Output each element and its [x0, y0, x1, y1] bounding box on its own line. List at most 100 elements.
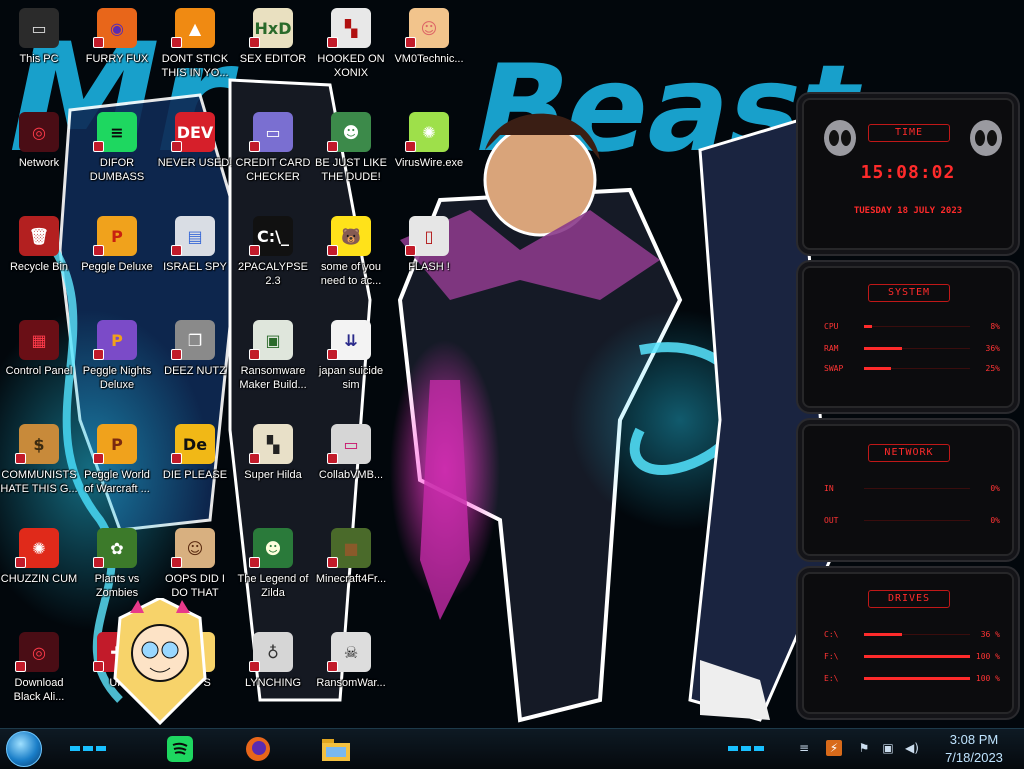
desktop-icon[interactable]: ▯ FLASH ! — [390, 212, 468, 310]
cpu-label: CPU — [824, 322, 839, 331]
desktop-icon-label: CollabVMB... — [318, 469, 384, 481]
shortcut-arrow-icon — [171, 245, 182, 256]
desktop-icon-label: Minecraft4Fr... — [315, 573, 387, 585]
taskbar-deco — [70, 741, 114, 751]
desktop-icon[interactable]: ▣ Ransomware Maker Build... — [234, 316, 312, 414]
drives-gadget[interactable]: DRIVES C:\ 36 % F:\ 100 % E:\ 100 % — [796, 566, 1020, 720]
shortcut-arrow-icon — [171, 557, 182, 568]
desktop-icon-label: CHUZZIN CUM — [0, 573, 78, 585]
desktop-icon-label: Peggle Deluxe — [81, 261, 153, 273]
desktop-icon[interactable]: P Peggle Deluxe — [78, 212, 156, 310]
desktop-icon-label: OOPS DID I DO THAT — [165, 573, 225, 599]
desktop-icon-label: COMMUNISTS HATE THIS G... — [0, 469, 78, 495]
level-fill — [864, 367, 891, 370]
desktop-icon-label: Network — [18, 157, 60, 169]
desktop-icon-label: DEEZ NUTZ — [164, 365, 226, 377]
network-gadget[interactable]: NETWORK IN 0% OUT 0% — [796, 418, 1020, 562]
clock-time: 3:08 PM — [949, 732, 999, 747]
clock-time: 15:08:02 — [860, 162, 956, 183]
time-gadget[interactable]: TIME 15:08:02 TUESDAY 18 JULY 2023 — [796, 92, 1020, 256]
shortcut-arrow-icon — [327, 245, 338, 256]
desktop-icon-label: NEVER USED! — [157, 157, 233, 169]
taskbar-clock[interactable]: 3:08 PM 7/18/2023 — [930, 731, 1018, 767]
swap-row: SWAP 25% — [824, 362, 1000, 376]
drive-f-value: 100 % — [975, 652, 1000, 661]
desktop-icon[interactable]: ▦ Control Panel — [0, 316, 78, 414]
shortcut-arrow-icon — [327, 557, 338, 568]
drive-f-label: F:\ — [824, 652, 839, 661]
desktop-icon-label: 2PACALYPSE 2.3 — [238, 261, 308, 287]
firefox-icon — [246, 737, 270, 761]
desktop-icon-label: FLASH ! — [408, 261, 450, 273]
desktop-icon-label: VM0Technic... — [394, 53, 464, 65]
desktop-icon[interactable]: P Peggle World of Warcraft ... — [78, 420, 156, 518]
taskbar-firefox-button[interactable] — [240, 732, 276, 766]
desktop-icon[interactable]: ▲ DONT STICK THIS IN YO... — [156, 4, 234, 102]
desktop-icon[interactable]: ◎ Download Black Ali... — [0, 628, 78, 726]
start-button[interactable] — [4, 731, 44, 767]
shortcut-arrow-icon — [93, 661, 104, 672]
drive-f-row: F:\ 100 % — [824, 650, 1000, 664]
desktop-icon[interactable]: ▭ CollabVMB... — [312, 420, 390, 518]
shortcut-arrow-icon — [93, 453, 104, 464]
volume-icon[interactable]: ◀) — [904, 740, 920, 756]
desktop-icon[interactable]: ▚ Super Hilda — [234, 420, 312, 518]
tray-app-icon[interactable]: ⚡ — [826, 740, 842, 756]
taskbar-file-explorer-button[interactable] — [318, 732, 354, 766]
shortcut-arrow-icon — [249, 349, 260, 360]
shortcut-arrow-icon — [249, 37, 260, 48]
system-gadget[interactable]: SYSTEM CPU 8% RAM 36% SWAP 25% — [796, 260, 1020, 414]
desktop-icon[interactable]: ▚ HOOKED ON XONIX — [312, 4, 390, 102]
shortcut-arrow-icon — [93, 245, 104, 256]
desktop-icon[interactable]: ◎ Network — [0, 108, 78, 206]
desktop-icon[interactable]: ▭ This PC — [0, 4, 78, 102]
desktop-icon[interactable]: ☻ BE JUST LIKE THE DUDE! — [312, 108, 390, 206]
gadget-title: SYSTEM — [868, 284, 950, 302]
desktop-icon[interactable]: ✺ CHUZZIN CUM — [0, 524, 78, 622]
alien-logo-icon — [970, 120, 1002, 156]
desktop-icon[interactable]: $ COMMUNISTS HATE THIS G... — [0, 420, 78, 518]
desktop-icon[interactable]: ◉ FURRY FUX — [78, 4, 156, 102]
gadget-title: DRIVES — [868, 590, 950, 608]
shortcut-arrow-icon — [327, 453, 338, 464]
network-status-icon[interactable]: ▣ — [880, 740, 896, 756]
level-fill — [864, 633, 903, 636]
shortcut-arrow-icon — [171, 141, 182, 152]
taskbar: ≡ ⚡ ⚑ ▣ ◀) 3:08 PM 7/18/2023 — [0, 728, 1024, 769]
desktop-icon[interactable]: ▭ CREDIT CARD CHECKER — [234, 108, 312, 206]
desktop-icon-label: DIFOR DUMBASS — [89, 157, 145, 183]
desktop-icon[interactable]: HxD SEX EDITOR — [234, 4, 312, 102]
show-hidden-icons-icon[interactable]: ≡ — [796, 740, 812, 756]
desktop-icon[interactable]: DEV NEVER USED! — [156, 108, 234, 206]
desktop-icon[interactable]: 🗑 Recycle Bin — [0, 212, 78, 310]
desktop-icon[interactable]: ☻ The Legend of Zilda — [234, 524, 312, 622]
shortcut-arrow-icon — [327, 661, 338, 672]
desktop-icon[interactable]: ⇊ japan suicide sim — [312, 316, 390, 414]
desktop-icon[interactable]: ▤ ISRAEL SPY — [156, 212, 234, 310]
shortcut-arrow-icon — [15, 453, 26, 464]
app-icon: ◎ — [19, 112, 59, 152]
desktop-icon[interactable]: ■ Minecraft4Fr... — [312, 524, 390, 622]
desktop-icon[interactable]: ☺ VM0Technic... — [390, 4, 468, 102]
level-fill — [864, 677, 970, 680]
desktop-icon-label: ISRAEL SPY — [163, 261, 227, 273]
desktop-icon[interactable]: ✺ VirusWire.exe — [390, 108, 468, 206]
desktop-icon-label: Super Hilda — [244, 469, 302, 481]
desktop-icon[interactable]: De DIE PLEASE — [156, 420, 234, 518]
desktop-icon-label: DIE PLEASE — [162, 469, 228, 481]
desktop-icon-label: Peggle Nights Deluxe — [82, 365, 152, 391]
desktop-icon-label: Download Black Ali... — [13, 677, 65, 703]
app-icon: ▭ — [19, 8, 59, 48]
clock-date: TUESDAY 18 JULY 2023 — [853, 206, 963, 216]
desktop-icon-label: japan suicide sim — [318, 365, 384, 391]
desktop-icon[interactable]: ❐ DEEZ NUTZ — [156, 316, 234, 414]
desktop-icon[interactable]: P Peggle Nights Deluxe — [78, 316, 156, 414]
desktop-icon[interactable]: ☠ RansomWar... — [312, 628, 390, 726]
desktop-icon-label: VirusWire.exe — [394, 157, 464, 169]
desktop-icon[interactable]: ♁ LYNCHING — [234, 628, 312, 726]
action-center-flag-icon[interactable]: ⚑ — [856, 740, 872, 756]
desktop-icon[interactable]: ≡ DIFOR DUMBASS — [78, 108, 156, 206]
taskbar-spotify-button[interactable] — [162, 732, 198, 766]
desktop-icon[interactable]: 🐻 some of you need to ac... — [312, 212, 390, 310]
desktop-icon[interactable]: C:\_ 2PACALYPSE 2.3 — [234, 212, 312, 310]
